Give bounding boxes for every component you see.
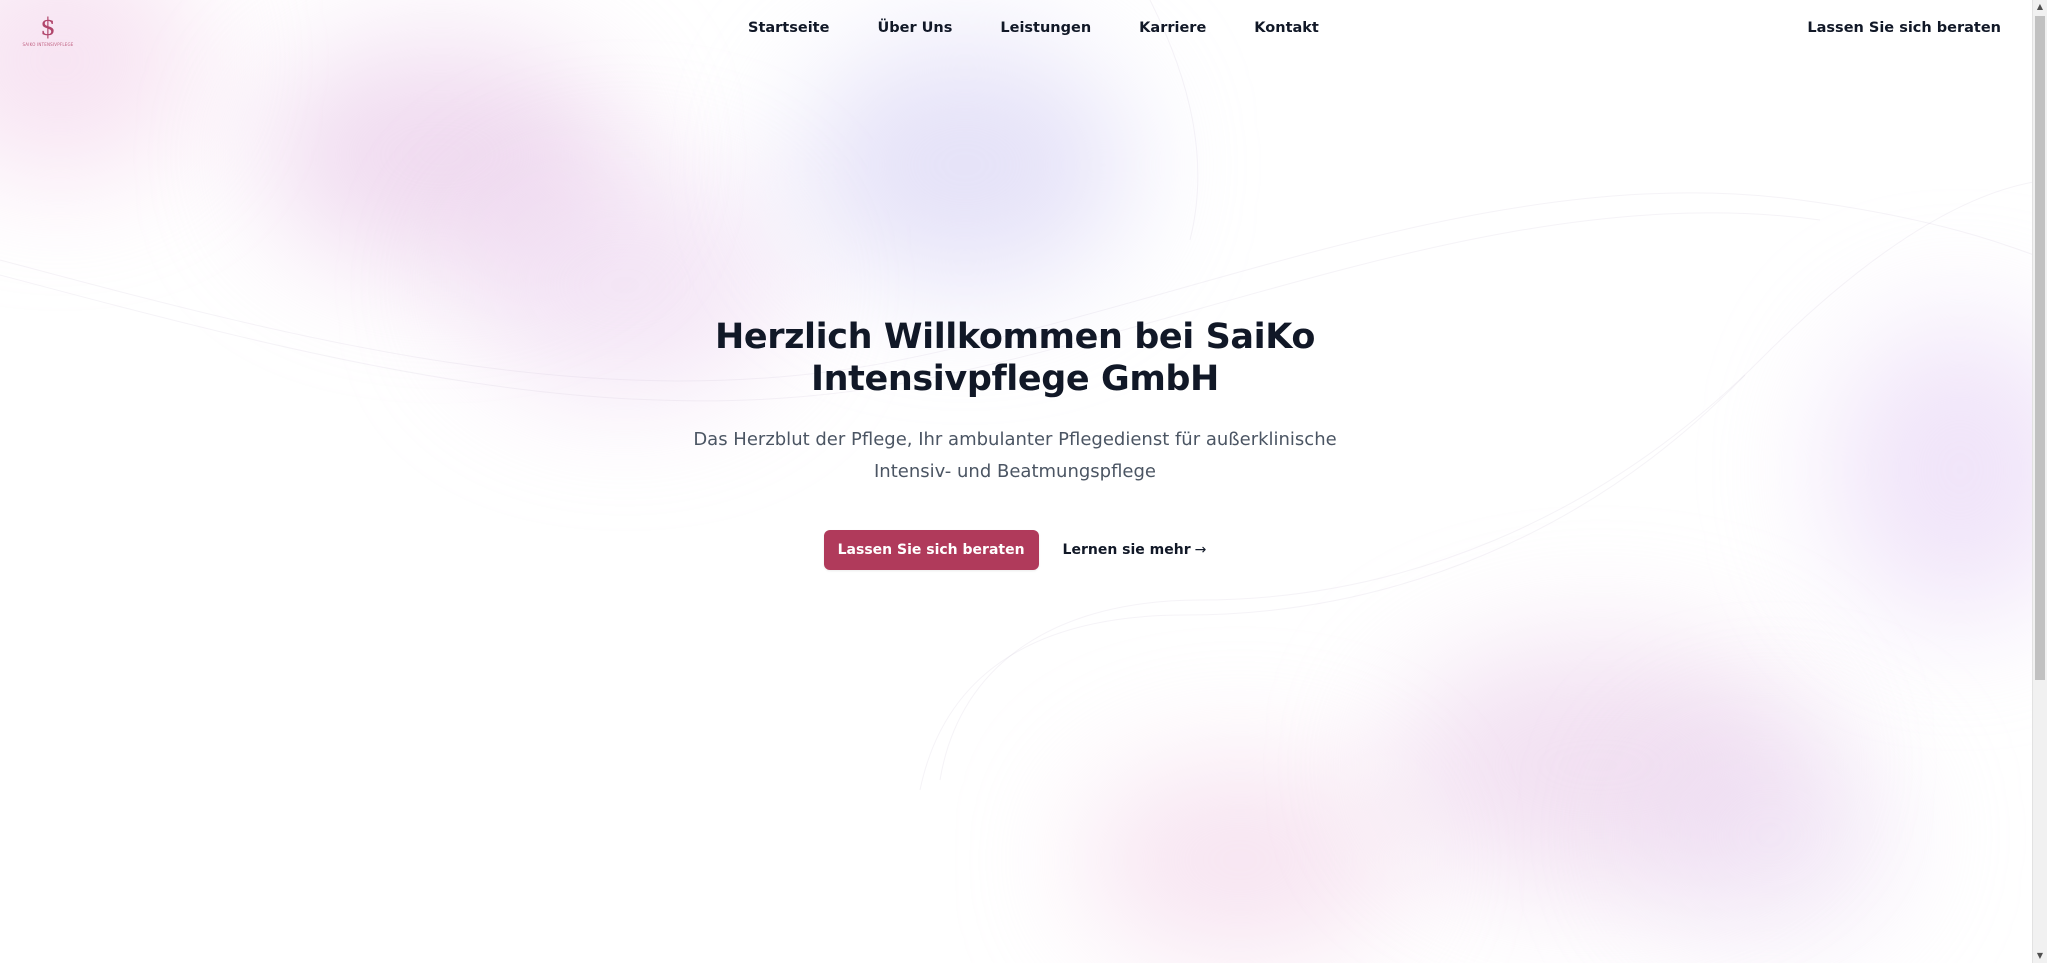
background-blob	[1390, 640, 1810, 890]
nav-item-leistungen[interactable]: Leistungen	[1000, 18, 1091, 38]
logo[interactable]: $ SAIKO INTENSIVPFLEGE	[20, 14, 76, 50]
logo-text: SAIKO INTENSIVPFLEGE	[22, 42, 74, 47]
learn-more-label: Lernen sie mehr	[1062, 542, 1191, 558]
nav-item-startseite[interactable]: Startseite	[748, 18, 829, 38]
main-nav: Startseite Über Uns Leistungen Karriere …	[748, 18, 1319, 38]
scroll-down-icon[interactable]: ▼	[2033, 949, 2047, 963]
background-blob	[800, 40, 1130, 290]
vertical-scrollbar[interactable]: ▲ ▼	[2032, 0, 2047, 963]
nav-item-ueber-uns[interactable]: Über Uns	[877, 18, 952, 38]
logo-mark-icon: $	[40, 13, 56, 41]
background-blob	[1640, 730, 1900, 940]
arrow-right-icon: →	[1194, 542, 1207, 558]
background-blob	[260, 40, 620, 270]
learn-more-link[interactable]: Lernen sie mehr →	[1063, 540, 1207, 560]
background-blob	[1080, 760, 1400, 960]
hero-subtitle: Das Herzblut der Pflege, Ihr ambulanter …	[693, 429, 1337, 482]
nav-item-karriere[interactable]: Karriere	[1139, 18, 1206, 38]
nav-item-kontakt[interactable]: Kontakt	[1254, 18, 1319, 38]
hero-actions: Lassen Sie sich beraten Lernen sie mehr →	[0, 530, 2030, 570]
hero-section: Herzlich Willkommen bei SaiKo Intensivpf…	[0, 316, 2030, 570]
consultation-button[interactable]: Lassen Sie sich beraten	[823, 530, 1039, 570]
scrollbar-thumb[interactable]	[2035, 16, 2045, 680]
header-consultation-link[interactable]: Lassen Sie sich beraten	[1807, 18, 2001, 38]
page: $ SAIKO INTENSIVPFLEGE Startseite Über U…	[0, 0, 2047, 963]
scroll-up-icon[interactable]: ▲	[2033, 0, 2047, 14]
hero-title: Herzlich Willkommen bei SaiKo Intensivpf…	[714, 317, 1315, 399]
